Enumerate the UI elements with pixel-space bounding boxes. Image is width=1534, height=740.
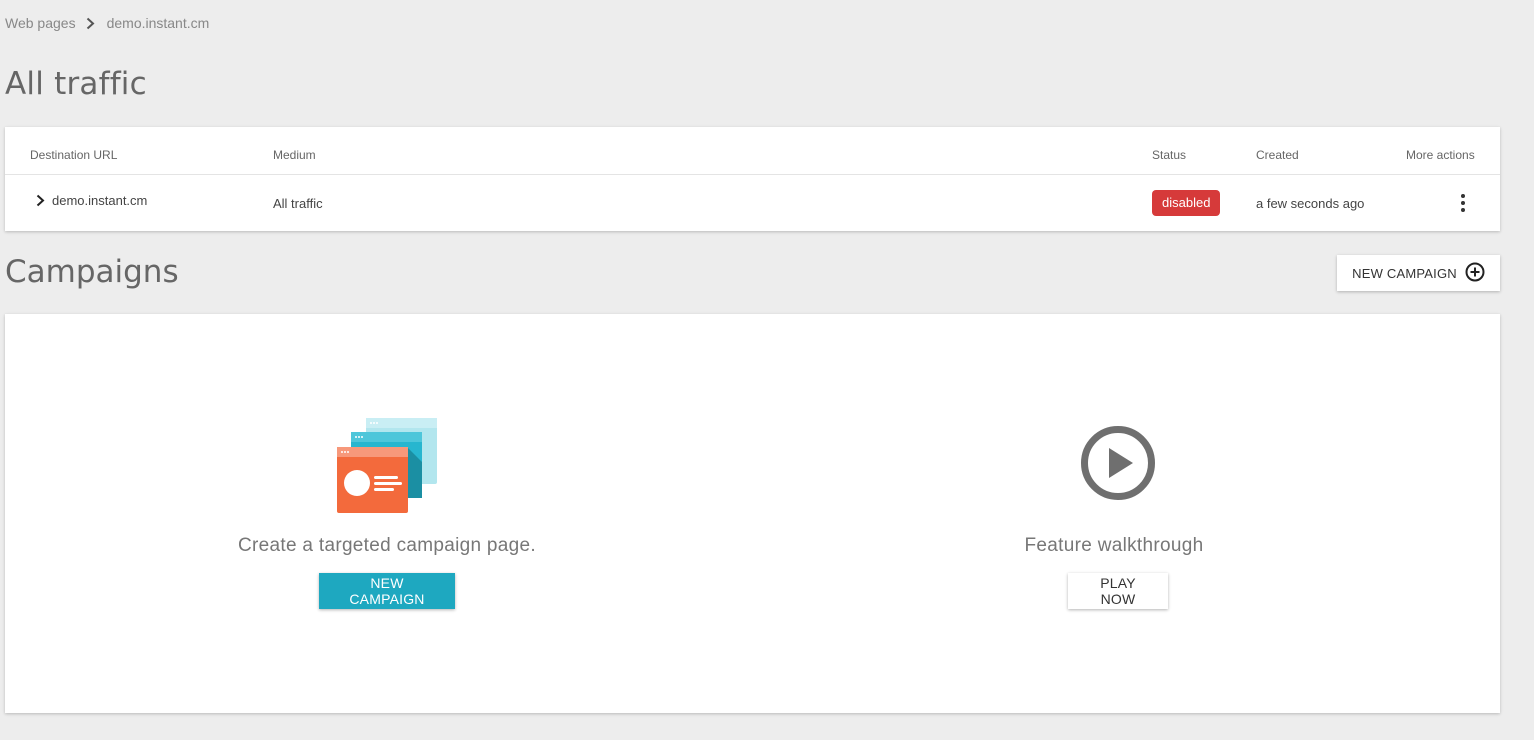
column-header-status[interactable]: Status	[1152, 148, 1186, 162]
destination-url[interactable]: demo.instant.cm	[52, 193, 147, 208]
table-header: Destination URL Medium Status Created Mo…	[5, 127, 1500, 175]
column-header-created[interactable]: Created	[1256, 148, 1299, 162]
promo-new-campaign-text: Create a targeted campaign page.	[238, 535, 536, 556]
campaign-pages-illustration	[336, 417, 438, 519]
new-campaign-header-label: NEW CAMPAIGN	[1352, 265, 1457, 281]
play-circle-icon[interactable]	[1080, 425, 1156, 506]
new-campaign-button[interactable]: NEW CAMPAIGN	[319, 573, 455, 609]
status-cell: disabled	[1152, 175, 1221, 231]
more-vert-icon[interactable]	[1455, 194, 1471, 212]
created-cell: a few seconds ago	[1256, 195, 1365, 211]
status-badge[interactable]: disabled	[1152, 190, 1221, 216]
section-title-campaigns: Campaigns	[5, 254, 179, 290]
new-campaign-header-button[interactable]: NEW CAMPAIGN	[1337, 255, 1500, 291]
breadcrumb-link-web-pages[interactable]: Web pages	[5, 15, 76, 31]
traffic-table: Destination URL Medium Status Created Mo…	[5, 127, 1500, 231]
table-row[interactable]: demo.instant.cm All traffic disabled a f…	[5, 175, 1500, 231]
breadcrumb-current: demo.instant.cm	[106, 15, 210, 31]
campaigns-empty-state: Create a targeted campaign page. NEW CAM…	[5, 314, 1500, 713]
expand-chevron-icon[interactable]	[36, 194, 45, 207]
promo-feature-walkthrough-text: Feature walkthrough	[1024, 535, 1204, 556]
medium-cell: All traffic	[273, 195, 323, 211]
play-now-button[interactable]: PLAY NOW	[1068, 573, 1168, 609]
page: Web pages demo.instant.cm All traffic De…	[0, 0, 1534, 740]
promo-feature-walkthrough: Feature walkthrough PLAY NOW	[769, 314, 1469, 713]
add-circle-icon	[1465, 262, 1485, 285]
promo-new-campaign: Create a targeted campaign page. NEW CAM…	[5, 314, 769, 713]
column-header-destination[interactable]: Destination URL	[30, 148, 117, 162]
page-title: All traffic	[5, 66, 147, 102]
chevron-right-icon	[86, 17, 95, 30]
breadcrumb: Web pages demo.instant.cm	[5, 15, 209, 31]
more-actions-cell	[1455, 175, 1471, 231]
destination-cell: demo.instant.cm	[36, 172, 147, 228]
column-header-medium[interactable]: Medium	[273, 148, 316, 162]
column-header-more-actions: More actions	[1406, 148, 1475, 162]
